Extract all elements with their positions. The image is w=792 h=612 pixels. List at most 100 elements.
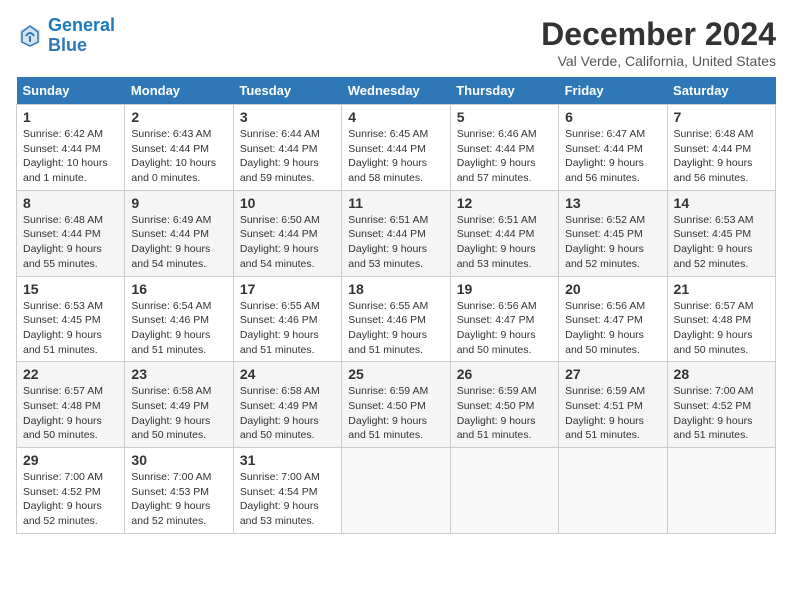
sunset: Sunset: 4:44 PM xyxy=(240,143,318,155)
calendar-cell: 27 Sunrise: 6:59 AM Sunset: 4:51 PM Dayl… xyxy=(559,362,667,448)
daylight: Daylight: 9 hours and 52 minutes. xyxy=(565,243,644,270)
day-info: Sunrise: 6:59 AM Sunset: 4:51 PM Dayligh… xyxy=(565,384,660,443)
calendar-cell xyxy=(450,448,558,534)
daylight: Daylight: 9 hours and 50 minutes. xyxy=(565,329,644,356)
calendar-cell: 31 Sunrise: 7:00 AM Sunset: 4:54 PM Dayl… xyxy=(233,448,341,534)
daylight: Daylight: 9 hours and 55 minutes. xyxy=(23,243,102,270)
sunrise: Sunrise: 6:51 AM xyxy=(457,214,537,226)
calendar-cell: 20 Sunrise: 6:56 AM Sunset: 4:47 PM Dayl… xyxy=(559,276,667,362)
sunset: Sunset: 4:44 PM xyxy=(131,228,209,240)
day-number: 22 xyxy=(23,366,118,382)
sunset: Sunset: 4:44 PM xyxy=(131,143,209,155)
day-info: Sunrise: 6:51 AM Sunset: 4:44 PM Dayligh… xyxy=(457,213,552,272)
day-info: Sunrise: 6:50 AM Sunset: 4:44 PM Dayligh… xyxy=(240,213,335,272)
day-number: 28 xyxy=(674,366,769,382)
header-tuesday: Tuesday xyxy=(233,77,341,105)
day-info: Sunrise: 6:58 AM Sunset: 4:49 PM Dayligh… xyxy=(240,384,335,443)
day-number: 14 xyxy=(674,195,769,211)
calendar-cell xyxy=(559,448,667,534)
sunrise: Sunrise: 6:48 AM xyxy=(23,214,103,226)
day-info: Sunrise: 6:56 AM Sunset: 4:47 PM Dayligh… xyxy=(565,299,660,358)
day-info: Sunrise: 6:45 AM Sunset: 4:44 PM Dayligh… xyxy=(348,127,443,186)
calendar-cell xyxy=(667,448,775,534)
daylight: Daylight: 9 hours and 51 minutes. xyxy=(131,329,210,356)
day-number: 12 xyxy=(457,195,552,211)
sunset: Sunset: 4:52 PM xyxy=(23,486,101,498)
header-friday: Friday xyxy=(559,77,667,105)
header-sunday: Sunday xyxy=(17,77,125,105)
daylight: Daylight: 9 hours and 51 minutes. xyxy=(348,329,427,356)
header-monday: Monday xyxy=(125,77,233,105)
calendar-cell: 30 Sunrise: 7:00 AM Sunset: 4:53 PM Dayl… xyxy=(125,448,233,534)
daylight: Daylight: 9 hours and 51 minutes. xyxy=(565,415,644,442)
calendar-cell: 23 Sunrise: 6:58 AM Sunset: 4:49 PM Dayl… xyxy=(125,362,233,448)
calendar-cell: 24 Sunrise: 6:58 AM Sunset: 4:49 PM Dayl… xyxy=(233,362,341,448)
day-info: Sunrise: 6:55 AM Sunset: 4:46 PM Dayligh… xyxy=(348,299,443,358)
calendar-cell: 15 Sunrise: 6:53 AM Sunset: 4:45 PM Dayl… xyxy=(17,276,125,362)
daylight: Daylight: 9 hours and 51 minutes. xyxy=(674,415,753,442)
calendar-cell: 22 Sunrise: 6:57 AM Sunset: 4:48 PM Dayl… xyxy=(17,362,125,448)
sunset: Sunset: 4:44 PM xyxy=(457,143,535,155)
sunrise: Sunrise: 7:00 AM xyxy=(674,385,754,397)
calendar-cell: 3 Sunrise: 6:44 AM Sunset: 4:44 PM Dayli… xyxy=(233,105,341,191)
sunrise: Sunrise: 6:53 AM xyxy=(23,300,103,312)
sunrise: Sunrise: 6:44 AM xyxy=(240,128,320,140)
sunrise: Sunrise: 6:55 AM xyxy=(240,300,320,312)
sunset: Sunset: 4:48 PM xyxy=(23,400,101,412)
sunset: Sunset: 4:46 PM xyxy=(131,314,209,326)
daylight: Daylight: 9 hours and 51 minutes. xyxy=(348,415,427,442)
day-number: 24 xyxy=(240,366,335,382)
day-number: 7 xyxy=(674,109,769,125)
day-number: 9 xyxy=(131,195,226,211)
calendar-cell: 13 Sunrise: 6:52 AM Sunset: 4:45 PM Dayl… xyxy=(559,190,667,276)
sunset: Sunset: 4:51 PM xyxy=(565,400,643,412)
day-number: 15 xyxy=(23,281,118,297)
sunrise: Sunrise: 6:56 AM xyxy=(457,300,537,312)
sunset: Sunset: 4:50 PM xyxy=(348,400,426,412)
sunrise: Sunrise: 6:43 AM xyxy=(131,128,211,140)
daylight: Daylight: 9 hours and 51 minutes. xyxy=(240,329,319,356)
day-number: 30 xyxy=(131,452,226,468)
logo: General Blue xyxy=(16,16,115,56)
day-info: Sunrise: 6:56 AM Sunset: 4:47 PM Dayligh… xyxy=(457,299,552,358)
sunset: Sunset: 4:45 PM xyxy=(565,228,643,240)
daylight: Daylight: 9 hours and 54 minutes. xyxy=(240,243,319,270)
day-number: 16 xyxy=(131,281,226,297)
calendar-cell: 12 Sunrise: 6:51 AM Sunset: 4:44 PM Dayl… xyxy=(450,190,558,276)
logo-text: General Blue xyxy=(48,16,115,56)
daylight: Daylight: 9 hours and 51 minutes. xyxy=(457,415,536,442)
calendar-cell: 29 Sunrise: 7:00 AM Sunset: 4:52 PM Dayl… xyxy=(17,448,125,534)
day-info: Sunrise: 6:47 AM Sunset: 4:44 PM Dayligh… xyxy=(565,127,660,186)
sunrise: Sunrise: 6:47 AM xyxy=(565,128,645,140)
calendar-cell: 16 Sunrise: 6:54 AM Sunset: 4:46 PM Dayl… xyxy=(125,276,233,362)
day-info: Sunrise: 7:00 AM Sunset: 4:52 PM Dayligh… xyxy=(674,384,769,443)
sunset: Sunset: 4:44 PM xyxy=(240,228,318,240)
sunrise: Sunrise: 6:55 AM xyxy=(348,300,428,312)
day-info: Sunrise: 6:52 AM Sunset: 4:45 PM Dayligh… xyxy=(565,213,660,272)
sunset: Sunset: 4:47 PM xyxy=(457,314,535,326)
day-info: Sunrise: 6:53 AM Sunset: 4:45 PM Dayligh… xyxy=(674,213,769,272)
sunrise: Sunrise: 6:53 AM xyxy=(674,214,754,226)
day-info: Sunrise: 6:51 AM Sunset: 4:44 PM Dayligh… xyxy=(348,213,443,272)
calendar-cell: 6 Sunrise: 6:47 AM Sunset: 4:44 PM Dayli… xyxy=(559,105,667,191)
day-info: Sunrise: 6:42 AM Sunset: 4:44 PM Dayligh… xyxy=(23,127,118,186)
sunset: Sunset: 4:48 PM xyxy=(674,314,752,326)
day-number: 26 xyxy=(457,366,552,382)
calendar-week-3: 15 Sunrise: 6:53 AM Sunset: 4:45 PM Dayl… xyxy=(17,276,776,362)
sunrise: Sunrise: 6:56 AM xyxy=(565,300,645,312)
day-info: Sunrise: 6:59 AM Sunset: 4:50 PM Dayligh… xyxy=(457,384,552,443)
day-number: 6 xyxy=(565,109,660,125)
sunrise: Sunrise: 6:42 AM xyxy=(23,128,103,140)
calendar-cell: 19 Sunrise: 6:56 AM Sunset: 4:47 PM Dayl… xyxy=(450,276,558,362)
daylight: Daylight: 9 hours and 50 minutes. xyxy=(674,329,753,356)
sunrise: Sunrise: 6:58 AM xyxy=(240,385,320,397)
subtitle: Val Verde, California, United States xyxy=(541,53,776,69)
sunrise: Sunrise: 6:50 AM xyxy=(240,214,320,226)
day-number: 1 xyxy=(23,109,118,125)
daylight: Daylight: 9 hours and 50 minutes. xyxy=(131,415,210,442)
daylight: Daylight: 9 hours and 52 minutes. xyxy=(23,500,102,527)
daylight: Daylight: 9 hours and 56 minutes. xyxy=(565,157,644,184)
calendar-cell: 25 Sunrise: 6:59 AM Sunset: 4:50 PM Dayl… xyxy=(342,362,450,448)
sunset: Sunset: 4:49 PM xyxy=(131,400,209,412)
daylight: Daylight: 9 hours and 53 minutes. xyxy=(240,500,319,527)
